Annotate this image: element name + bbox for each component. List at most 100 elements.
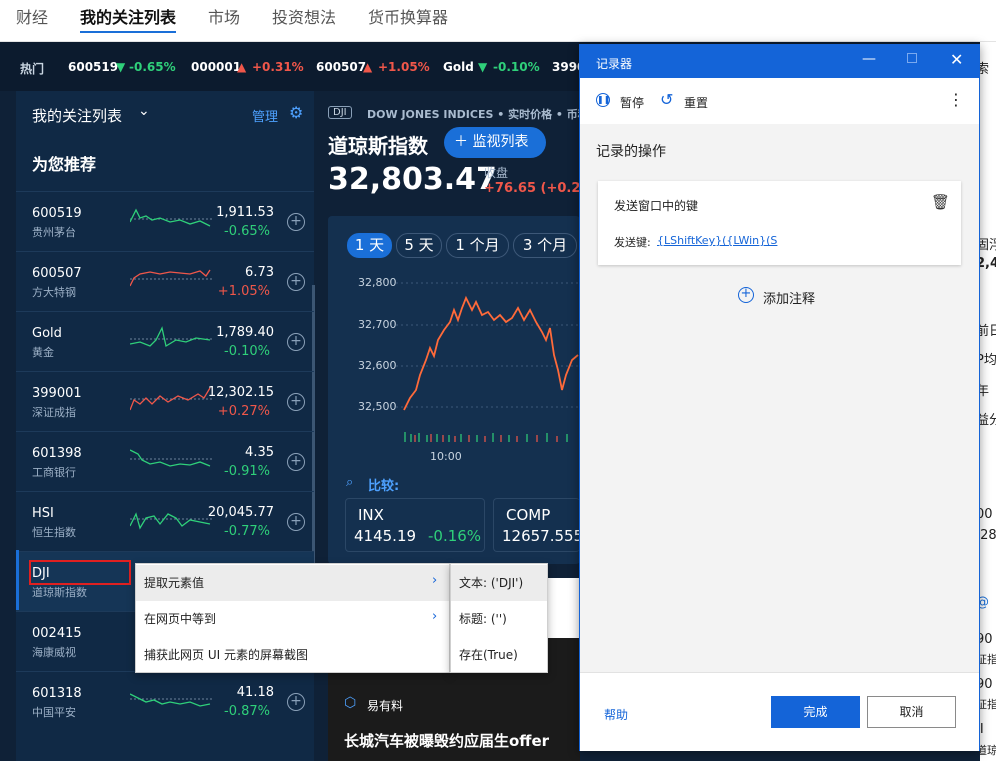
watchlist-change: -0.87% [224,704,270,719]
plus-circle-icon[interactable]: + [738,287,754,303]
ticker-change: -0.65% [129,60,176,74]
watchlist-row[interactable]: Gold 黄金 1,789.40 -0.10% + [16,311,314,371]
y-tick: 32,500 [358,400,397,413]
cancel-button[interactable]: 取消 [867,696,956,728]
action-title: 发送窗口中的键 [614,199,699,213]
recorded-actions-heading: 记录的操作 [596,144,666,160]
range-3m[interactable]: 3 个月 [513,233,577,258]
context-menu: 提取元素值 在网页中等到 捕获此网页 UI 元素的屏幕截图 › › [135,563,450,673]
ticker-item[interactable]: 600507 [316,60,366,74]
watchlist-change: +0.27% [217,404,270,419]
recorder-titlebar[interactable]: 记录器 — ✕ [580,45,979,78]
trash-icon[interactable]: 🗑 [931,193,950,211]
add-to-watchlist-icon[interactable]: + [287,393,305,411]
range-1d[interactable]: 1 天 [347,233,392,258]
compare-card[interactable]: COMP 12657.555 [493,498,580,552]
index-change: +76.65 (+0.23% [484,181,580,196]
watchlist-price: 1,911.53 [216,205,274,220]
clipped-text: JI [980,722,984,737]
nav-ideas[interactable]: 投资想法 [272,4,336,28]
submenu-item-title[interactable]: 标题: ('') [451,601,547,637]
top-navigation: 财经 我的关注列表 市场 投资想法 货币换算器 [0,0,996,42]
action-card[interactable]: 发送窗口中的键 🗑 发送键: {LShiftKey}({LWin}(S [598,181,961,265]
recorder-window: 记录器 — ✕ ❚❚ 暂停 ↺ 重置 ⋮ 记录的操作 发送窗口中的键 🗑 发送键… [579,44,980,751]
reset-icon[interactable]: ↺ [660,90,673,109]
ticker-up-icon: ▲ [363,60,373,74]
watchlist-row[interactable]: 600507 方大特钢 6.73 +1.05% + [16,251,314,311]
index-price: 32,803.47 [328,162,497,197]
add-to-watchlist-icon[interactable]: + [287,693,305,711]
news-source: 易有料 [367,699,404,713]
watchlist-change: -0.65% [224,224,270,239]
add-watchlist-button[interactable]: ＋ 监视列表 [444,127,546,158]
done-button[interactable]: 完成 [771,696,860,728]
ticker-down-icon: ▼ [478,60,488,74]
ticker-item[interactable]: 000001 [191,60,241,74]
exchange-info: DOW JONES INDICES • 实时价格 • 币种为 [367,108,579,121]
watchlist-row[interactable]: 600519 贵州茅台 1,911.53 -0.65% + [16,191,314,251]
chevron-down-icon[interactable]: ⌄ [138,103,150,119]
y-tick: 32,700 [358,318,397,331]
watchlist-row[interactable]: HSI 恒生指数 20,045.77 -0.77% + [16,491,314,551]
add-to-watchlist-icon[interactable]: + [287,273,305,291]
help-link[interactable]: 帮助 [604,706,628,723]
menu-item-extract-value[interactable]: 提取元素值 [136,565,449,601]
compare-symbol: COMP [506,506,551,524]
gear-icon[interactable]: ⚙ [289,103,303,122]
pause-icon[interactable]: ❚❚ [596,93,610,107]
close-label: 收盘 [484,166,509,180]
add-note-button[interactable]: 添加注释 [763,288,815,307]
submenu-item-exists[interactable]: 存在(True) [451,637,547,673]
nav-finance[interactable]: 财经 [16,4,48,28]
link-icon[interactable]: @ [980,595,989,610]
clipped-text: 90 [980,677,993,692]
clipped-text: .28 [980,528,996,543]
ticker-change: +0.31% [252,60,304,74]
watchlist-name: 贵州茅台 [32,226,76,239]
watchlist-title[interactable]: 我的关注列表 [32,105,122,126]
close-icon[interactable]: ✕ [950,50,963,69]
watchlist-row[interactable]: 601398 工商银行 4.35 -0.91% + [16,431,314,491]
x-tick: 10:00 [430,450,462,463]
watchlist-symbol: Gold [32,326,62,341]
news-source-icon: ⬡ [344,695,357,711]
sparkline [130,269,212,287]
context-submenu: 文本: ('DJI') 标题: ('') 存在(True) [450,563,548,673]
menu-item-capture-screenshot[interactable]: 捕获此网页 UI 元素的屏幕截图 [136,637,449,673]
recommend-heading: 为您推荐 [32,155,97,174]
watchlist-change: -0.91% [224,464,270,479]
watchlist-symbol: 002415 [32,626,82,641]
y-tick: 32,600 [358,359,397,372]
ticker-item[interactable]: Gold [443,60,474,74]
nav-markets[interactable]: 市场 [208,4,240,28]
manage-link[interactable]: 管理 [252,106,278,125]
menu-item-wait-in-page[interactable]: 在网页中等到 [136,601,449,637]
reset-button[interactable]: 重置 [684,94,708,111]
sparkline [130,512,212,530]
nav-currency[interactable]: 货币换算器 [368,4,448,28]
clipped-text: 道琼 [980,744,996,757]
menu-item-label: 在网页中等到 [144,612,217,626]
watchlist-price: 20,045.77 [207,505,274,520]
add-to-watchlist-icon[interactable]: + [287,333,305,351]
submenu-item-text[interactable]: 文本: ('DJI') [451,565,547,601]
add-watchlist-label: 监视列表 [472,134,529,150]
add-to-watchlist-icon[interactable]: + [287,213,305,231]
nav-watchlist[interactable]: 我的关注列表 [80,4,177,33]
minimize-icon[interactable]: — [862,51,876,67]
action-detail-value[interactable]: {LShiftKey}({LWin}(S [657,234,777,247]
clipped-text: 年 [980,384,990,399]
ticker-change: +1.05% [378,60,430,74]
compare-card[interactable]: INX 4145.19 -0.16% [345,498,485,552]
range-5d[interactable]: 5 天 [396,233,442,258]
range-1m[interactable]: 1 个月 [446,233,509,258]
add-to-watchlist-icon[interactable]: + [287,453,305,471]
watchlist-row[interactable]: 399001 深证成指 12,302.15 +0.27% + [16,371,314,431]
y-tick: 32,800 [358,276,397,289]
pause-button[interactable]: 暂停 [620,94,644,111]
watchlist-row[interactable]: 601318 中国平安 41.18 -0.87% + [16,671,314,731]
more-options-icon[interactable]: ⋮ [948,90,964,109]
add-to-watchlist-icon[interactable]: + [287,513,305,531]
news-title[interactable]: 长城汽车被曝毁约应届生offer [344,730,580,751]
ticker-item[interactable]: 600519 [68,60,118,74]
